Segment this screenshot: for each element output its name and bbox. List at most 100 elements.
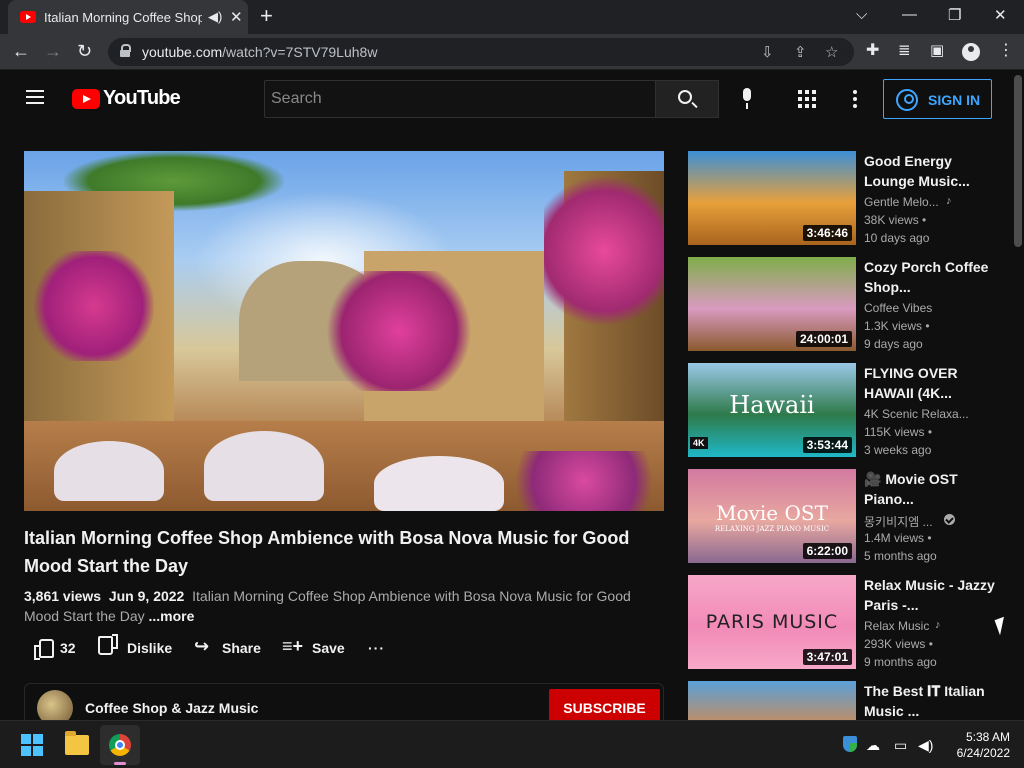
media-icon[interactable]: ≣ <box>898 41 911 61</box>
save-button[interactable]: Save <box>312 640 345 656</box>
recommendation-item[interactable]: The Best 𝐈𝐓 Italian Music ... <box>688 681 1008 720</box>
recommendation-channel[interactable]: 4K Scenic Relaxa... <box>864 407 994 421</box>
like-count[interactable]: 32 <box>60 640 76 656</box>
network-icon[interactable]: ☁ <box>866 737 880 754</box>
scrollbar-thumb[interactable] <box>1014 75 1022 247</box>
dislike-button[interactable]: Dislike <box>127 640 172 656</box>
recommendation-title[interactable]: Cozy Porch Coffee Shop... <box>864 257 996 297</box>
windows-start-icon[interactable] <box>21 734 43 756</box>
active-indicator <box>114 762 126 765</box>
search-icon <box>678 90 692 104</box>
recommendation-channel[interactable]: 몽키비지엠 ... <box>864 513 934 530</box>
thumbnail-subtext: RELAXING JAZZ PIANO MUSIC <box>714 525 830 533</box>
recommendation-thumbnail[interactable]: Hawaii 4K 3:53:44 <box>688 363 856 457</box>
more-actions-icon[interactable]: ··· <box>368 640 385 656</box>
duration-badge: 6:22:00 <box>802 543 852 559</box>
share-button[interactable]: Share <box>222 640 261 656</box>
show-more-link[interactable]: ...more <box>149 608 195 624</box>
youtube-logo-icon[interactable] <box>72 89 100 109</box>
recommendation-item[interactable]: Movie OST RELAXING JAZZ PIANO MUSIC 6:22… <box>688 469 1008 563</box>
sign-in-button[interactable]: SIGN IN <box>883 79 992 119</box>
recommendation-age: 10 days ago <box>864 231 930 245</box>
lock-icon[interactable] <box>120 44 131 57</box>
recommendation-thumbnail[interactable]: 24:00:01 <box>688 257 856 351</box>
video-player[interactable] <box>24 151 664 511</box>
recommendation-age: 5 months ago <box>864 549 937 563</box>
file-explorer-icon[interactable] <box>65 731 89 755</box>
close-tab-icon[interactable]: ✕ <box>230 8 243 26</box>
hamburger-menu-icon[interactable] <box>26 90 44 104</box>
recommendation-views: 115K views • <box>864 425 933 439</box>
youtube-wordmark[interactable]: YouTube <box>103 87 181 110</box>
profile-icon[interactable] <box>962 43 980 61</box>
recommendation-title[interactable]: Good Energy Lounge Music... <box>864 151 996 191</box>
recommendation-thumbnail[interactable]: PARIS MUSIC 3:47:01 <box>688 575 856 669</box>
chrome-taskbar-button[interactable] <box>100 725 140 765</box>
install-icon[interactable]: ⇩ <box>761 43 774 61</box>
search-button[interactable] <box>656 80 719 118</box>
thumbnail-text: PARIS MUSIC <box>705 611 839 633</box>
apps-grid-icon[interactable] <box>798 90 816 108</box>
audio-icon[interactable]: ◀) <box>208 9 222 25</box>
sidepanel-icon[interactable]: ▣ <box>930 41 944 61</box>
address-bar[interactable]: youtube.com/watch?v=7STV79Luh8w ⇩ ⇪ ☆ <box>108 38 854 66</box>
settings-menu-icon[interactable] <box>853 90 857 108</box>
security-shield-icon[interactable] <box>843 736 857 752</box>
restore-icon[interactable]: ❐ <box>948 6 961 24</box>
search-box[interactable] <box>264 80 656 118</box>
recommendation-thumbnail[interactable]: Movie OST RELAXING JAZZ PIANO MUSIC 6:22… <box>688 469 856 563</box>
share-icon[interactable]: ⇪ <box>794 43 807 61</box>
chrome-menu-icon[interactable]: ⋮ <box>998 41 1014 61</box>
url-text[interactable]: youtube.com/watch?v=7STV79Luh8w <box>142 44 377 60</box>
duration-badge: 24:00:01 <box>795 331 852 347</box>
page-scrollbar[interactable] <box>1012 71 1024 720</box>
new-tab-icon[interactable]: + <box>260 5 273 27</box>
recommendation-title[interactable]: Relax Music - Jazzy Paris -... <box>864 575 996 615</box>
forward-icon[interactable]: → <box>44 41 62 61</box>
recommendation-item[interactable]: Hawaii 4K 3:53:44 FLYING OVER HAWAII (4K… <box>688 363 1008 457</box>
screen: Italian Morning Coffee Shop ◀) ✕ + ⌵ — ❐… <box>0 0 1024 768</box>
recommendation-item[interactable]: 24:00:01 Cozy Porch Coffee Shop... Coffe… <box>688 257 1008 351</box>
minimize-icon[interactable]: — <box>902 6 917 23</box>
recommendation-thumbnail[interactable]: 3:46:46 <box>688 151 856 245</box>
recommendation-item[interactable]: PARIS MUSIC 3:47:01 Relax Music - Jazzy … <box>688 575 1008 669</box>
browser-tab[interactable]: Italian Morning Coffee Shop ◀) ✕ <box>8 0 248 34</box>
view-count: 3,861 views <box>24 588 102 604</box>
recommendation-title[interactable]: 🎥 Movie OST Piano... <box>864 469 996 509</box>
save-playlist-icon[interactable]: ≡+ <box>282 637 303 655</box>
duration-badge: 3:53:44 <box>802 437 852 453</box>
channel-name[interactable]: Coffee Shop & Jazz Music <box>85 700 258 716</box>
window-close-icon[interactable]: ✕ <box>994 6 1007 24</box>
volume-icon[interactable]: ◀) <box>918 737 933 754</box>
clock-time: 5:38 AM <box>965 730 1010 744</box>
dislike-icon[interactable] <box>100 638 118 656</box>
recommendation-channel[interactable]: Gentle Melo... <box>864 195 994 209</box>
youtube-favicon-icon <box>20 11 36 23</box>
music-note-icon: ♪ <box>946 195 952 207</box>
video-description[interactable]: 3,861 views Jun 9, 2022 Italian Morning … <box>24 586 664 626</box>
tab-title: Italian Morning Coffee Shop <box>44 10 202 25</box>
recommendation-channel[interactable]: Relax Music <box>864 619 994 633</box>
reload-icon[interactable]: ↻ <box>77 41 92 61</box>
recommendation-title[interactable]: FLYING OVER HAWAII (4K... <box>864 363 996 403</box>
like-icon[interactable] <box>34 638 54 660</box>
display-icon[interactable]: ▭ <box>894 737 907 754</box>
extensions-icon[interactable]: ✚ <box>866 41 879 61</box>
bookmark-star-icon[interactable]: ☆ <box>825 43 838 61</box>
video-title: Italian Morning Coffee Shop Ambience wit… <box>24 528 630 576</box>
clock-date: 6/24/2022 <box>956 746 1010 760</box>
microphone-icon[interactable] <box>740 88 754 110</box>
video-actions: 32 Dislike ↪ Share ≡+ Save ··· <box>24 636 664 662</box>
thumbnail-text: Movie OST <box>716 501 828 525</box>
recommendation-thumbnail[interactable] <box>688 681 856 720</box>
tab-search-icon[interactable]: ⌵ <box>856 6 867 23</box>
share-arrow-icon[interactable]: ↪ <box>194 637 214 655</box>
recommendation-views: 293K views • <box>864 637 933 651</box>
recommendation-title[interactable]: The Best 𝐈𝐓 Italian Music ... <box>864 681 996 720</box>
system-clock[interactable]: 5:38 AM 6/24/2022 <box>940 729 1010 761</box>
recommendation-item[interactable]: 3:46:46 Good Energy Lounge Music... Gent… <box>688 151 1008 245</box>
back-icon[interactable]: ← <box>12 41 30 61</box>
recommendation-age: 9 days ago <box>864 337 923 351</box>
search-input[interactable] <box>265 81 655 117</box>
recommendation-channel[interactable]: Coffee Vibes <box>864 301 994 315</box>
